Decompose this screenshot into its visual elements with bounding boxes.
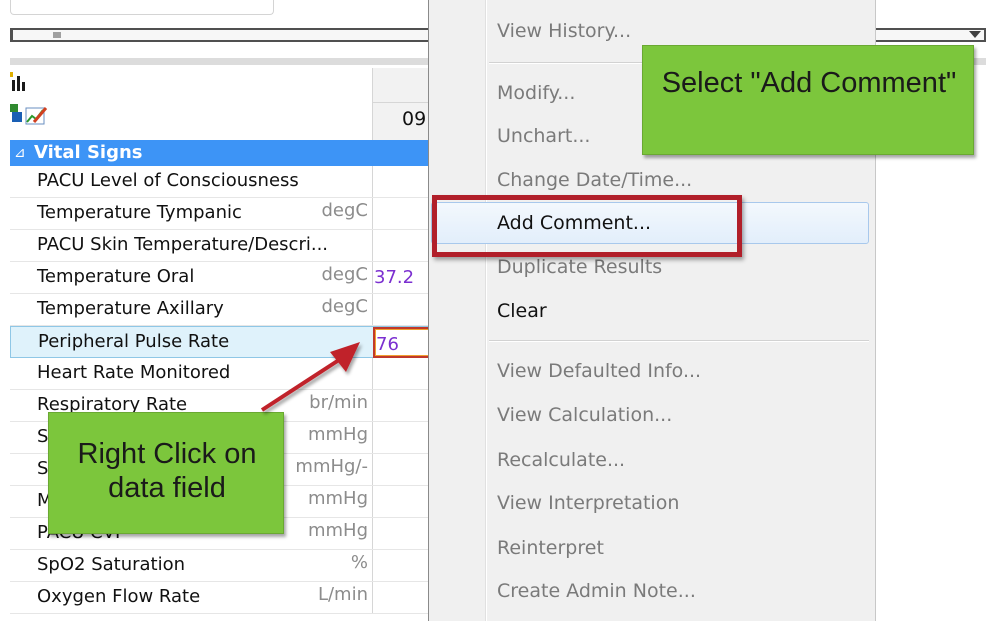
- row-label: PACU Skin Temperature/Descri...: [37, 234, 329, 255]
- row-label: Temperature Oral: [37, 266, 195, 287]
- row-unit: degC: [321, 200, 369, 221]
- callout-select-add-comment: Select "Add Comment": [642, 45, 974, 155]
- row-pacu-level-of-consciousness[interactable]: PACU Level of Consciousness: [10, 166, 430, 198]
- menu-item-reinterpret[interactable]: Reinterpret: [497, 537, 604, 559]
- menu-item-view-calculation[interactable]: View Calculation...: [497, 404, 672, 426]
- menu-gutter-highlight: [486, 0, 487, 621]
- data-cell[interactable]: [372, 358, 430, 389]
- row-heart-rate-monitored[interactable]: Heart Rate Monitored: [10, 358, 430, 390]
- row-label: Heart Rate Monitored: [37, 362, 231, 383]
- row-spo2-saturation[interactable]: SpO2 Saturation %: [10, 550, 430, 582]
- row-label: Oxygen Flow Rate: [37, 586, 201, 607]
- data-cell[interactable]: [372, 198, 430, 229]
- menu-item-view-defaulted-info[interactable]: View Defaulted Info...: [497, 360, 701, 382]
- menu-item-duplicate-results[interactable]: Duplicate Results: [497, 256, 662, 278]
- cell-value: 76: [376, 334, 399, 355]
- row-temperature-axillary[interactable]: Temperature Axillary degC: [10, 294, 430, 326]
- data-cell[interactable]: 37.2: [372, 262, 430, 293]
- header-divider: [372, 102, 430, 103]
- cell-value: 37.2: [374, 267, 415, 288]
- menu-item-view-history[interactable]: View History...: [497, 20, 631, 42]
- section-value-cell: [372, 140, 430, 166]
- data-cell[interactable]: [372, 294, 430, 325]
- edit-chart-icon[interactable]: [10, 102, 50, 126]
- top-input-box[interactable]: [10, 0, 274, 15]
- row-unit: mmHg: [307, 520, 368, 541]
- callout-right-click: Right Click on data field: [48, 412, 284, 534]
- row-unit: mmHg: [307, 424, 368, 445]
- menu-item-recalculate[interactable]: Recalculate...: [497, 449, 625, 471]
- data-cell[interactable]: [372, 422, 430, 453]
- callout-text: Select "Add Comment": [661, 67, 957, 99]
- row-temperature-tympanic[interactable]: Temperature Tympanic degC: [10, 198, 430, 230]
- menu-item-view-interpretation[interactable]: View Interpretation: [497, 492, 679, 514]
- row-unit: mmHg: [307, 488, 368, 509]
- row-unit: br/min: [309, 392, 368, 413]
- row-label: Temperature Tympanic: [37, 202, 242, 223]
- data-cell[interactable]: [372, 230, 430, 261]
- flowsheet-grid: 09 ⊿ Vital Signs PACU Level of Conscious…: [10, 68, 431, 621]
- row-label: Temperature Axillary: [37, 298, 224, 319]
- selected-data-cell[interactable]: 76: [373, 327, 431, 358]
- section-label: Vital Signs: [34, 142, 143, 163]
- row-temperature-oral[interactable]: Temperature Oral degC 37.2: [10, 262, 430, 294]
- row-peripheral-pulse-rate[interactable]: Peripheral Pulse Rate 76: [10, 326, 431, 358]
- row-unit: degC: [321, 296, 369, 317]
- bar-chart-icon[interactable]: [10, 72, 36, 92]
- row-oxygen-flow-rate[interactable]: Oxygen Flow Rate L/min: [10, 582, 430, 614]
- row-label: SpO2 Saturation: [37, 554, 186, 575]
- row-unit: L/min: [317, 584, 368, 605]
- menu-item-clear[interactable]: Clear: [497, 300, 547, 322]
- data-cell[interactable]: [372, 166, 430, 197]
- data-cell[interactable]: [372, 486, 430, 517]
- scroll-thumb[interactable]: [53, 32, 61, 38]
- row-pacu-skin-temperature[interactable]: PACU Skin Temperature/Descri...: [10, 230, 430, 262]
- scroll-down-arrow-icon[interactable]: [969, 31, 981, 38]
- data-cell[interactable]: [372, 390, 430, 421]
- row-label: PACU Level of Consciousness: [37, 170, 299, 191]
- callout-text: Right Click on data field: [77, 438, 257, 504]
- menu-item-modify[interactable]: Modify...: [497, 82, 575, 104]
- row-label: Peripheral Pulse Rate: [38, 331, 230, 352]
- row-label: S: [37, 458, 49, 479]
- highlight-box: [432, 195, 742, 257]
- section-vital-signs[interactable]: ⊿ Vital Signs: [10, 140, 430, 166]
- menu-separator: [489, 340, 869, 342]
- data-cell[interactable]: [372, 550, 430, 581]
- menu-item-create-admin-note[interactable]: Create Admin Note...: [497, 580, 696, 602]
- menu-item-unchart[interactable]: Unchart...: [497, 125, 590, 147]
- row-unit: degC: [321, 264, 369, 285]
- row-label: S: [37, 426, 49, 447]
- row-unit: %: [350, 552, 368, 573]
- menu-item-change-datetime[interactable]: Change Date/Time...: [497, 169, 692, 191]
- row-unit: mmHg/-: [295, 456, 368, 477]
- data-cell[interactable]: [372, 518, 430, 549]
- data-cell[interactable]: [372, 454, 430, 485]
- time-header-label: 09: [402, 108, 427, 130]
- collapse-triangle-icon[interactable]: ⊿: [14, 145, 26, 161]
- grid-header: 09: [10, 68, 431, 140]
- data-cell[interactable]: [372, 582, 430, 613]
